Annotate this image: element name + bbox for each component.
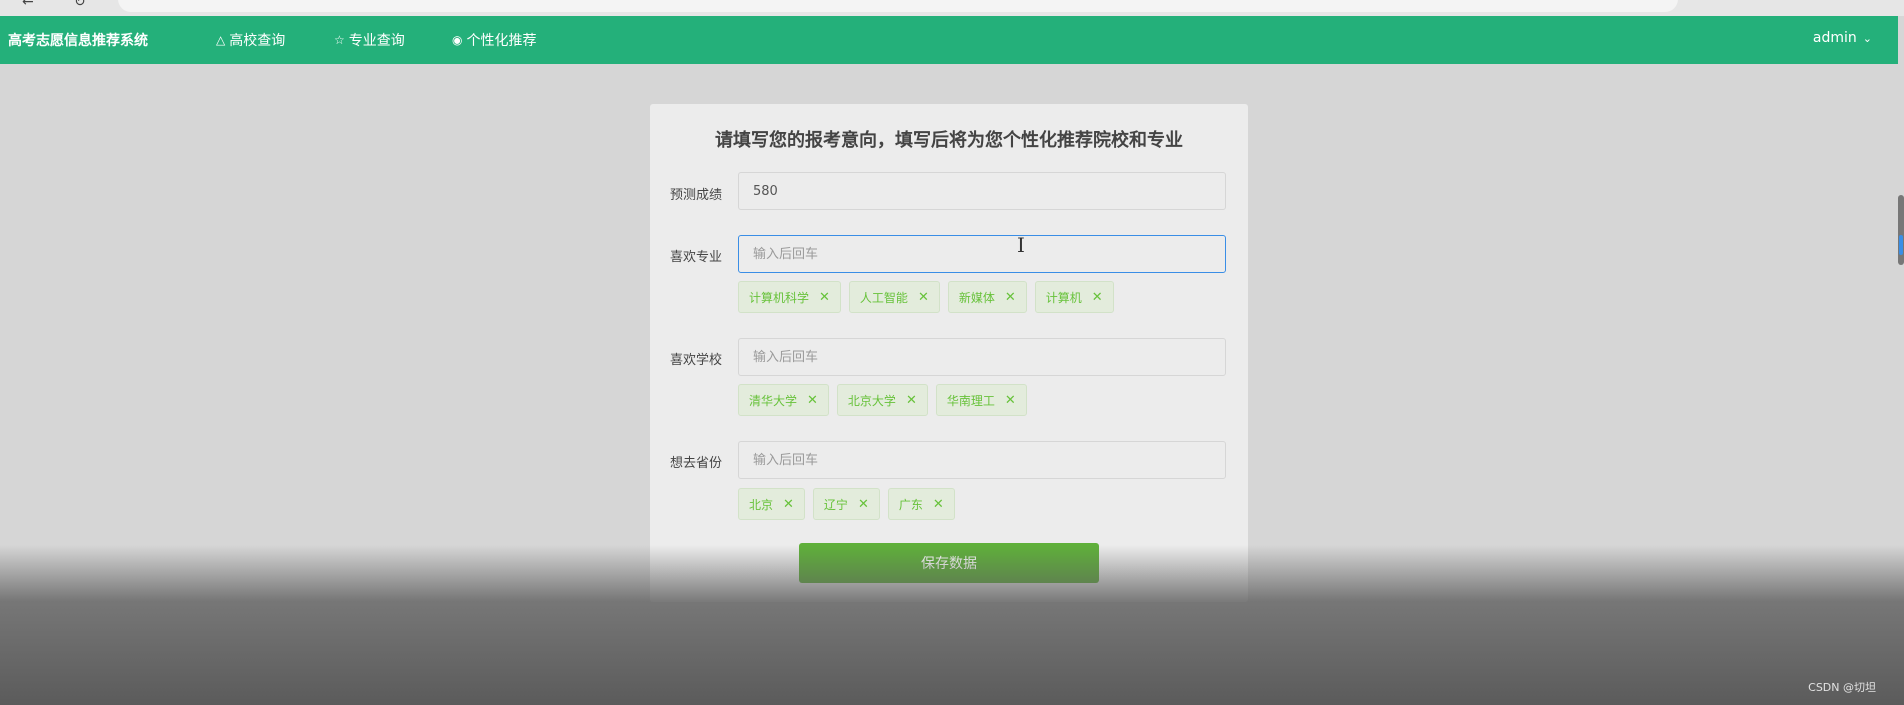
score-input[interactable] bbox=[738, 172, 1226, 210]
username: admin bbox=[1812, 30, 1857, 46]
close-icon[interactable]: ✕ bbox=[906, 393, 917, 408]
tag-label: 辽宁 bbox=[823, 497, 848, 512]
tag: 华南理工 ✕ bbox=[935, 384, 1027, 416]
app-brand[interactable]: 高考志愿信息推荐系统 bbox=[8, 30, 148, 50]
close-icon[interactable]: ✕ bbox=[1005, 393, 1016, 408]
close-icon[interactable]: ✕ bbox=[807, 393, 818, 408]
close-icon[interactable]: ✕ bbox=[933, 497, 944, 512]
score-label: 预测成绩 bbox=[670, 188, 723, 203]
star-icon: ☆ bbox=[334, 33, 345, 47]
chevron-down-icon: ⌄ bbox=[1862, 31, 1872, 45]
user-menu[interactable]: admin ⌄ bbox=[1813, 30, 1872, 46]
nav-label: 专业查询 bbox=[348, 33, 405, 49]
close-icon[interactable]: ✕ bbox=[858, 497, 869, 512]
tag-label: 计算机科学 bbox=[749, 290, 810, 305]
close-icon[interactable]: ✕ bbox=[819, 290, 830, 305]
save-button[interactable]: 保存数据 bbox=[799, 543, 1099, 583]
address-bar[interactable] bbox=[118, 0, 1678, 12]
close-icon[interactable]: ✕ bbox=[1005, 290, 1016, 305]
close-icon[interactable]: ✕ bbox=[918, 290, 929, 305]
school-label: 喜欢学校 bbox=[670, 353, 723, 368]
tag: 北京大学 ✕ bbox=[836, 384, 928, 416]
browser-toolbar: ← ↻ bbox=[0, 0, 1904, 16]
nav-college-search[interactable]: △ 高校查询 bbox=[216, 30, 285, 50]
form-title: 请填写您的报考意向，填写后将为您个性化推荐院校和专业 bbox=[715, 130, 1183, 151]
tag: 辽宁 ✕ bbox=[812, 488, 880, 520]
tag-label: 北京 bbox=[749, 497, 774, 512]
nav-label: 高校查询 bbox=[229, 33, 286, 49]
target-icon: ◉ bbox=[452, 33, 463, 47]
tag: 计算机科学 ✕ bbox=[738, 281, 841, 313]
nav-major-search[interactable]: ☆ 专业查询 bbox=[334, 30, 405, 50]
province-label: 想去省份 bbox=[670, 456, 723, 471]
province-input[interactable] bbox=[738, 441, 1226, 479]
province-tags: 北京 ✕ 辽宁 ✕ 广东 ✕ bbox=[738, 488, 955, 520]
preference-form-card: 请填写您的报考意向，填写后将为您个性化推荐院校和专业 预测成绩 喜欢专业 计算机… bbox=[650, 104, 1248, 602]
text-cursor-icon: I bbox=[1017, 233, 1025, 257]
building-icon: △ bbox=[216, 33, 226, 47]
tag-label: 北京大学 bbox=[847, 393, 896, 408]
tag-label: 人工智能 bbox=[859, 290, 908, 305]
reload-icon[interactable]: ↻ bbox=[74, 0, 86, 10]
tag-label: 广东 bbox=[898, 497, 923, 512]
major-input[interactable] bbox=[738, 235, 1226, 273]
tag-label: 新媒体 bbox=[958, 290, 995, 305]
school-input[interactable] bbox=[738, 338, 1226, 376]
nav-personal-recommend[interactable]: ◉ 个性化推荐 bbox=[452, 30, 536, 50]
tag-label: 计算机 bbox=[1045, 290, 1082, 305]
close-icon[interactable]: ✕ bbox=[1092, 290, 1103, 305]
back-icon[interactable]: ← bbox=[22, 0, 34, 10]
tag-label: 华南理工 bbox=[946, 393, 995, 408]
close-icon[interactable]: ✕ bbox=[783, 497, 794, 512]
nav-label: 个性化推荐 bbox=[466, 33, 537, 49]
tag: 广东 ✕ bbox=[887, 488, 955, 520]
top-navbar: 高考志愿信息推荐系统 △ 高校查询 ☆ 专业查询 ◉ 个性化推荐 admin ⌄ bbox=[0, 16, 1898, 64]
major-tags: 计算机科学 ✕ 人工智能 ✕ 新媒体 ✕ 计算机 ✕ bbox=[738, 281, 1114, 313]
tag: 计算机 ✕ bbox=[1034, 281, 1114, 313]
page-scrollbar[interactable] bbox=[1898, 195, 1904, 265]
tag-label: 清华大学 bbox=[749, 393, 798, 408]
tag: 人工智能 ✕ bbox=[848, 281, 940, 313]
tag: 北京 ✕ bbox=[738, 488, 805, 520]
tag: 新媒体 ✕ bbox=[947, 281, 1027, 313]
watermark: CSDN @切坦 bbox=[1808, 681, 1876, 694]
school-tags: 清华大学 ✕ 北京大学 ✕ 华南理工 ✕ bbox=[738, 384, 1027, 416]
major-label: 喜欢专业 bbox=[670, 250, 723, 265]
scrollbar-thumb[interactable] bbox=[1899, 235, 1903, 255]
tag: 清华大学 ✕ bbox=[738, 384, 829, 416]
